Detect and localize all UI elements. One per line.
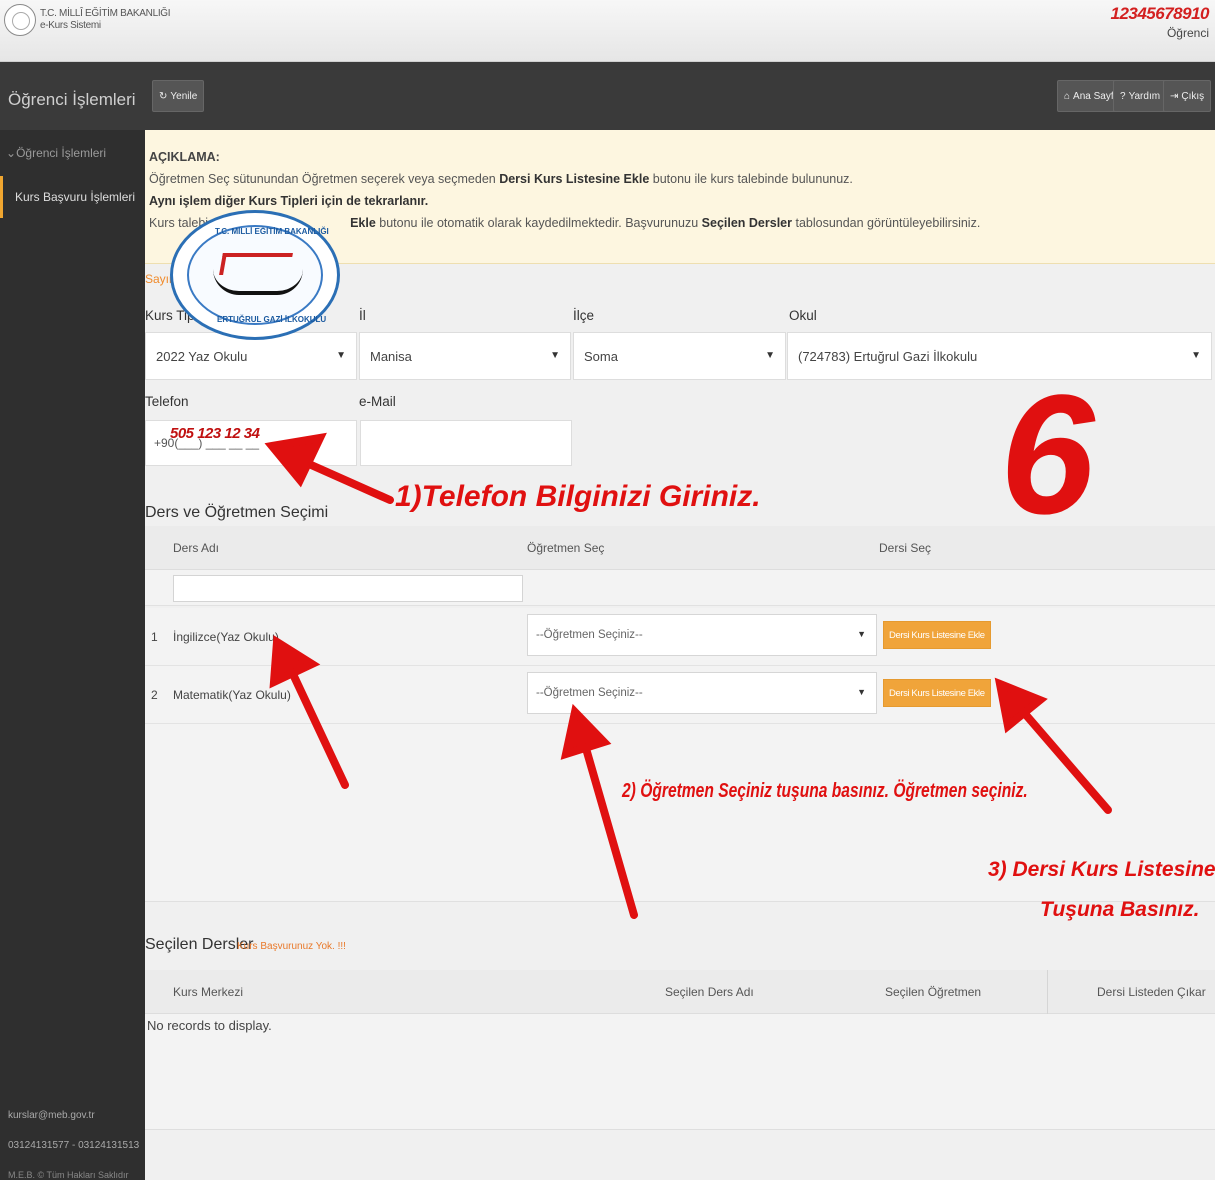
caret-down-icon: ▼	[1191, 350, 1201, 361]
navbar: Öğrenci İşlemleri ↻ Yenile ⌂ Ana Sayfa ?…	[0, 62, 1215, 130]
lessons-section-title: Ders ve Öğretmen Seçimi	[145, 504, 329, 521]
lesson-name: İngilizce(Yaz Okulu)	[173, 630, 279, 644]
user-id: 12345678910	[1110, 4, 1209, 23]
nav-brand: Öğrenci İşlemleri	[8, 90, 136, 109]
sidebar-item-kurs-basvuru[interactable]: Kurs Başvuru İşlemleri	[0, 176, 145, 218]
selected-table-body	[145, 1014, 1215, 1130]
chevron-down-icon: ⌄	[6, 146, 17, 160]
logout-button[interactable]: ⇥ Çıkış	[1163, 80, 1212, 112]
column-header-dersi-cikar[interactable]: Dersi Listeden Çıkar	[1097, 985, 1206, 999]
sidebar-group-label: Öğrenci İşlemleri	[16, 146, 107, 160]
system-name: e-Kurs Sistemi	[40, 20, 101, 31]
email-label: e-Mail	[359, 394, 396, 409]
table-row: 1 İngilizce(Yaz Okulu) --Öğretmen Seçini…	[145, 608, 1215, 666]
refresh-button[interactable]: ↻ Yenile	[152, 80, 205, 112]
children-figures-icon	[213, 269, 303, 295]
step1-annotation: 1)Telefon Bilginizi Giriniz.	[395, 480, 761, 513]
help-label: Yardım	[1128, 90, 1161, 102]
add-to-course-list-button[interactable]: Dersi Kurs Listesine Ekle	[883, 621, 991, 649]
teacher-select[interactable]: --Öğretmen Seçiniz-- ▼	[527, 672, 877, 714]
selected-table-header: Kurs Merkezi Seçilen Ders Adı Seçilen Öğ…	[145, 970, 1215, 1014]
column-header-secilen-ders[interactable]: Seçilen Ders Adı	[665, 985, 754, 999]
telefon-label: Telefon	[145, 394, 189, 409]
kurs-tipi-value: 2022 Yaz Okulu	[156, 348, 248, 364]
caret-down-icon: ▼	[765, 350, 775, 361]
stamp-bottom-text: ERTUĞRUL GAZİ İLKOKULU	[217, 315, 327, 324]
step3-annotation-line2: Tuşuna Basınız.	[1040, 898, 1200, 921]
application-status: Kurs Başvurunuz Yok. !!!	[237, 941, 346, 952]
teacher-select-value: --Öğretmen Seçiniz--	[536, 687, 643, 699]
lesson-name: Matematik(Yaz Okulu)	[173, 688, 291, 702]
help-button[interactable]: ? Yardım	[1113, 80, 1168, 112]
refresh-icon: ↻	[159, 90, 168, 102]
column-header-kurs-merkezi[interactable]: Kurs Merkezi	[173, 985, 243, 999]
help-icon: ?	[1120, 90, 1126, 102]
school-stamp-logo: T.C. MİLLİ EĞİTİM BAKANLIĞI ERTUĞRUL GAZ…	[170, 210, 340, 340]
okul-value: (724783) Ertuğrul Gazi İlkokulu	[798, 348, 978, 364]
column-header-ogretmen-sec[interactable]: Öğretmen Seç	[527, 541, 604, 555]
contact-phone: 03124131577 - 03124131513	[8, 1140, 140, 1151]
add-to-course-list-button[interactable]: Dersi Kurs Listesine Ekle	[883, 679, 991, 707]
logout-icon: ⇥	[1170, 90, 1179, 102]
logout-label: Çıkış	[1181, 90, 1205, 102]
no-records-text: No records to display.	[147, 1018, 272, 1033]
refresh-label: Yenile	[170, 90, 198, 102]
il-label: İl	[359, 308, 366, 323]
user-role: Öğrenci	[1166, 26, 1209, 40]
step3-annotation-line1: 3) Dersi Kurs Listesine Ekle	[988, 858, 1215, 881]
column-header-dersi-sec[interactable]: Dersi Seç	[879, 541, 931, 555]
top-header: T.C. MİLLÎ EĞİTİM BAKANLIĞI e-Kurs Siste…	[0, 0, 1215, 62]
notice-line-2: Aynı işlem diğer Kurs Tipleri için de te…	[149, 194, 429, 208]
phone-example-annotation: 505 123 12 34	[170, 425, 260, 442]
caret-down-icon: ▼	[857, 629, 866, 639]
teacher-select[interactable]: --Öğretmen Seçiniz-- ▼	[527, 614, 877, 656]
home-icon: ⌂	[1064, 90, 1071, 102]
stamp-top-text: T.C. MİLLİ EĞİTİM BAKANLIĞI	[215, 227, 329, 236]
row-number: 2	[151, 688, 158, 702]
org-name: T.C. MİLLÎ EĞİTİM BAKANLIĞI	[40, 8, 171, 19]
column-divider	[1047, 970, 1048, 1014]
step-number-annotation: 6	[1000, 360, 1095, 550]
sidebar-item-label: Kurs Başvuru İşlemleri	[15, 190, 136, 204]
table-row: 2 Matematik(Yaz Okulu) --Öğretmen Seçini…	[145, 666, 1215, 724]
lessons-filter-row	[145, 570, 1215, 606]
teacher-select-value: --Öğretmen Seçiniz--	[536, 629, 643, 641]
ilce-label: İlçe	[573, 308, 595, 323]
ilce-value: Soma	[584, 348, 618, 364]
column-header-secilen-ogretmen[interactable]: Seçilen Öğretmen	[885, 985, 981, 999]
notice-title: AÇIKLAMA:	[149, 150, 220, 164]
sidebar: ⌄Öğrenci İşlemleri Kurs Başvuru İşlemler…	[0, 130, 145, 1180]
notice-line-1: Öğretmen Seç sütunundan Öğretmen seçerek…	[149, 172, 853, 186]
copyright: M.E.B. © Tüm Hakları Saklıdır	[8, 1170, 129, 1180]
il-select[interactable]: Manisa ▼	[359, 332, 571, 380]
column-header-ders-adi[interactable]: Ders Adı	[173, 541, 219, 555]
step2-annotation: 2) Öğretmen Seçiniz tuşuna basınız. Öğre…	[622, 780, 1028, 802]
ders-adi-filter-input[interactable]	[173, 575, 523, 602]
ilce-select[interactable]: Soma ▼	[573, 332, 786, 380]
caret-down-icon: ▼	[857, 687, 866, 697]
row-number: 1	[151, 630, 158, 644]
meb-logo-icon	[4, 4, 36, 36]
il-value: Manisa	[370, 348, 412, 364]
contact-email: kurslar@meb.gov.tr	[8, 1110, 95, 1121]
caret-down-icon: ▼	[336, 350, 346, 361]
okul-label: Okul	[789, 308, 817, 323]
email-input[interactable]	[360, 420, 572, 466]
caret-down-icon: ▼	[550, 350, 560, 361]
sidebar-group-ogrenci-islemleri[interactable]: ⌄Öğrenci İşlemleri	[6, 146, 106, 160]
app-title: T.C. MİLLÎ EĞİTİM BAKANLIĞI e-Kurs Siste…	[40, 8, 171, 32]
